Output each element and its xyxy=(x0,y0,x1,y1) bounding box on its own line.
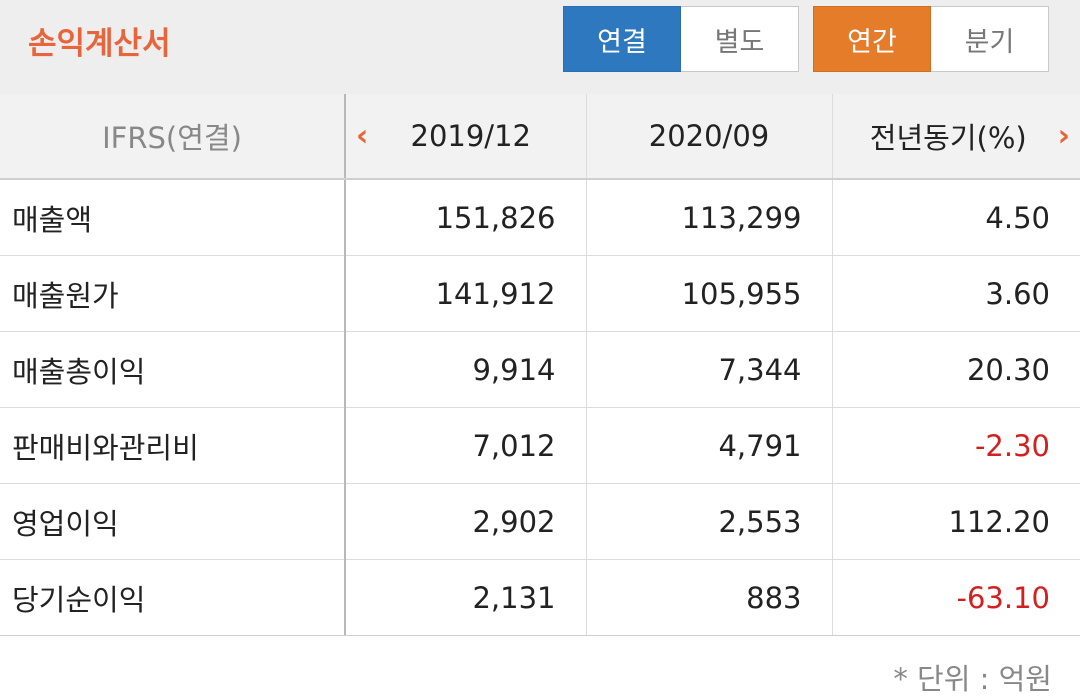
cell-value: 105,955 xyxy=(586,255,833,332)
row-label: 매출액 xyxy=(0,179,346,256)
annual-button[interactable]: 연간 xyxy=(813,6,931,72)
cell-value: 2,131 xyxy=(345,559,587,637)
cell-value: 9,914 xyxy=(345,331,587,408)
chevron-left-icon[interactable]: ‹ xyxy=(356,119,368,154)
cell-value: 113,299 xyxy=(586,179,833,256)
cell-value: 7,012 xyxy=(345,407,587,484)
income-statement-table: IFRS(연결) ‹ 2019/12 2020/09 전년동기(%) › 매출액… xyxy=(0,94,1080,637)
table-row: 영업이익 2,902 2,553 112.20 xyxy=(0,483,1080,560)
period-toggle: 연간 분기 xyxy=(813,6,1049,74)
quarterly-button[interactable]: 분기 xyxy=(931,6,1049,72)
column-header-period-2: 2020/09 xyxy=(586,94,833,180)
table-row: 매출원가 141,912 105,955 3.60 xyxy=(0,255,1080,332)
row-label: 당기순이익 xyxy=(0,559,346,637)
consolidated-button[interactable]: 연결 xyxy=(563,6,681,72)
header-bar: 손익계산서 연결 별도 연간 분기 xyxy=(0,0,1080,95)
cell-value: 2,902 xyxy=(345,483,587,560)
column-header-yoy: 전년동기(%) › xyxy=(832,94,1080,180)
cell-yoy: 3.60 xyxy=(832,255,1080,332)
row-label: 판매비와관리비 xyxy=(0,407,346,484)
table-header-row: IFRS(연결) ‹ 2019/12 2020/09 전년동기(%) › xyxy=(0,94,1080,180)
column-header-period-1: ‹ 2019/12 xyxy=(345,94,587,180)
cell-yoy: 4.50 xyxy=(832,179,1080,256)
column-header-standard: IFRS(연결) xyxy=(0,94,346,180)
footer: * 단위 : 억원 xyxy=(0,636,1080,697)
row-label: 매출총이익 xyxy=(0,331,346,408)
page-title: 손익계산서 xyxy=(28,26,171,62)
cell-yoy: 20.30 xyxy=(832,331,1080,408)
cell-value: 883 xyxy=(586,559,833,637)
chevron-right-icon[interactable]: › xyxy=(1058,119,1070,154)
cell-value: 7,344 xyxy=(586,331,833,408)
cell-yoy: -63.10 xyxy=(832,559,1080,637)
cell-value: 2,553 xyxy=(586,483,833,560)
cell-yoy: 112.20 xyxy=(832,483,1080,560)
consolidation-toggle: 연결 별도 xyxy=(563,6,799,74)
cell-value: 141,912 xyxy=(345,255,587,332)
unit-note: * 단위 : 억원 xyxy=(893,662,1052,696)
table-row: 매출액 151,826 113,299 4.50 xyxy=(0,179,1080,256)
cell-yoy: -2.30 xyxy=(832,407,1080,484)
table-row: 매출총이익 9,914 7,344 20.30 xyxy=(0,331,1080,408)
cell-value: 4,791 xyxy=(586,407,833,484)
row-label: 매출원가 xyxy=(0,255,346,332)
column-header-label: 전년동기(%) xyxy=(869,121,1027,155)
row-label: 영업이익 xyxy=(0,483,346,560)
cell-value: 151,826 xyxy=(345,179,587,256)
column-header-label: 2019/12 xyxy=(410,119,531,153)
separate-button[interactable]: 별도 xyxy=(681,6,799,72)
table-row: 당기순이익 2,131 883 -63.10 xyxy=(0,559,1080,637)
table-row: 판매비와관리비 7,012 4,791 -2.30 xyxy=(0,407,1080,484)
